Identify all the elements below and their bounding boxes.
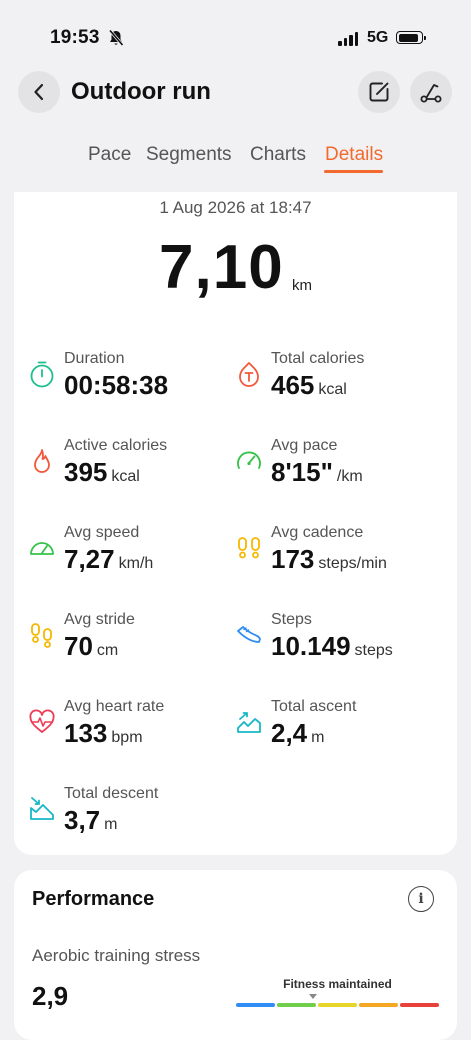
metric-unit: kcal <box>111 468 140 485</box>
shoe-icon <box>233 619 265 651</box>
metric-unit: steps/min <box>318 555 387 572</box>
metric-value: 3,7 <box>64 805 101 835</box>
metric-avg-speed: Avg speed 7,27 km/h <box>26 524 226 594</box>
edit-button[interactable] <box>358 71 400 113</box>
fitness-scale-segment <box>359 1003 398 1007</box>
fitness-scale-segment <box>318 1003 357 1007</box>
signal-icon <box>338 32 358 46</box>
metric-label: Active calories <box>64 437 168 454</box>
metric-duration: Duration 00:58:38 <box>26 350 226 420</box>
metric-label: Duration <box>64 350 125 367</box>
tab-bar: Pace Segments Charts Details <box>0 144 471 176</box>
metric-label: Avg stride <box>64 611 135 628</box>
metric-unit: /km <box>336 468 363 485</box>
metric-label: Total ascent <box>271 698 357 715</box>
metric-avg-pace: Avg pace 8'15"/km <box>233 437 433 507</box>
fitness-scale-segment <box>400 1003 439 1007</box>
bell-muted-icon <box>108 29 124 52</box>
tab-segments[interactable]: Segments <box>146 144 232 166</box>
metric-label: Avg speed <box>64 524 140 541</box>
metric-label: Total calories <box>271 350 365 367</box>
metric-value: 173 <box>271 544 315 574</box>
metric-total-descent: Total descent 3,7 m <box>26 785 226 855</box>
status-time: 19:53 <box>50 27 100 48</box>
ascent-icon <box>233 706 265 738</box>
metric-label: Avg pace <box>271 437 338 454</box>
footprints-icon <box>26 619 58 651</box>
descent-icon <box>26 793 58 825</box>
fitness-scale-segment <box>277 1003 316 1007</box>
pace-gauge-icon <box>233 445 265 477</box>
metric-value: 2,4 <box>271 718 308 748</box>
speedometer-icon <box>26 532 58 564</box>
fitness-scale-segment <box>236 1003 275 1007</box>
battery-icon <box>396 31 426 44</box>
flame-icon <box>26 445 58 477</box>
metric-active-calories: Active calories 395 kcal <box>26 437 226 507</box>
fitness-scale-bar <box>236 1003 439 1007</box>
workout-date: 1 Aug 2026 at 18:47 <box>159 198 312 217</box>
route-icon <box>420 84 442 103</box>
metric-unit: steps <box>354 642 393 659</box>
metric-unit: km/h <box>118 555 154 572</box>
chevron-left-icon <box>34 83 44 101</box>
metric-avg-cadence: Avg cadence 173 steps/min <box>233 524 433 594</box>
metric-value: 395 <box>64 457 108 487</box>
metric-total-ascent: Total ascent 2,4 m <box>233 698 433 768</box>
aerobic-stress-value: 2,9 <box>32 981 69 1011</box>
performance-title: Performance <box>32 888 155 910</box>
metric-unit: bpm <box>111 729 143 746</box>
route-button[interactable] <box>410 71 452 113</box>
performance-card: Performance i Aerobic training stress 2,… <box>14 870 457 1040</box>
metric-value: 7,27 <box>64 544 115 574</box>
metric-value: 8'15" <box>271 457 333 487</box>
metric-unit: m <box>104 816 118 833</box>
aerobic-stress-label: Aerobic training stress <box>32 946 201 965</box>
metric-label: Avg heart rate <box>64 698 165 715</box>
fitness-marker-icon <box>309 994 317 999</box>
metric-total-calories: Total calories 465 kcal <box>233 350 433 420</box>
metric-label: Total descent <box>64 785 159 802</box>
metric-label: Steps <box>271 611 312 628</box>
active-tab-indicator <box>324 170 383 173</box>
metric-value: 10.149 <box>271 631 351 661</box>
metric-steps: Steps 10.149 steps <box>233 611 433 681</box>
details-card: 1 Aug 2026 at 18:47 7,10 km Duration 00:… <box>14 192 457 855</box>
fitness-status-label: Fitness maintained <box>283 977 392 991</box>
tab-pace[interactable]: Pace <box>88 144 131 166</box>
tab-charts[interactable]: Charts <box>250 144 306 166</box>
heart-rate-icon <box>26 706 58 738</box>
distance-unit: km <box>292 277 312 294</box>
stopwatch-icon <box>26 358 58 390</box>
metric-value: 70 <box>64 631 93 661</box>
metric-unit: m <box>311 729 325 746</box>
metric-unit: kcal <box>318 381 347 398</box>
status-bar: 19:53 5G <box>0 0 471 70</box>
info-icon[interactable]: i <box>408 886 434 912</box>
metric-value: 133 <box>64 718 108 748</box>
metric-label: Avg cadence <box>271 524 364 541</box>
metric-value: 465 <box>271 370 315 400</box>
network-type: 5G <box>367 29 389 46</box>
edit-icon <box>369 82 389 102</box>
metric-value: 00:58:38 <box>64 370 169 400</box>
metric-avg-stride: Avg stride 70 cm <box>26 611 226 681</box>
tab-details[interactable]: Details <box>325 144 383 166</box>
distance-value: 7,10 <box>159 233 284 302</box>
calories-icon <box>233 358 265 390</box>
metric-avg-heart-rate: Avg heart rate 133 bpm <box>26 698 226 768</box>
metric-unit: cm <box>96 642 119 659</box>
back-button[interactable] <box>18 71 60 113</box>
page-title: Outdoor run <box>71 78 211 105</box>
footprints-icon <box>233 532 265 564</box>
